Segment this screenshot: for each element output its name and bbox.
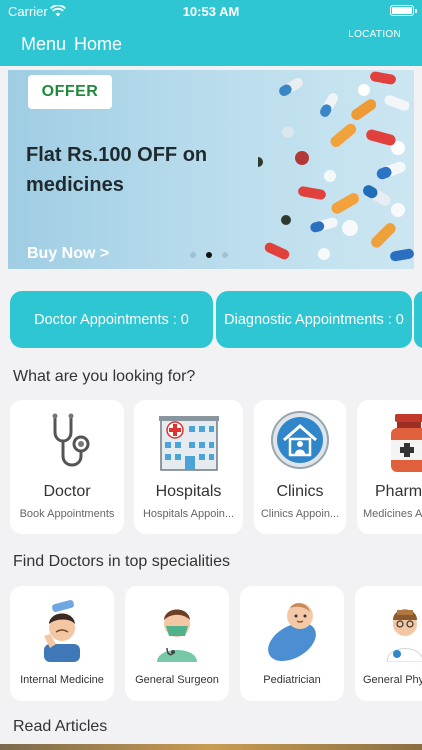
article-preview-strip[interactable] [0,744,422,750]
sick-person-icon [10,598,114,662]
doctor-appointments-card[interactable]: Doctor Appointments : 0 [10,291,213,348]
battery-icon [390,5,417,16]
hospital-icon [134,410,243,474]
stethoscope-icon [10,410,124,474]
service-sub: Medicines A [363,508,422,520]
appointment-card-next[interactable] [414,291,422,348]
nav-bar: Menu Home LOCATION [0,22,422,66]
banner-headline: Flat Rs.100 OFF on medicines [26,144,208,196]
diagnostic-appointments-card[interactable]: Diagnostic Appointments : 0 [216,291,412,348]
surgeon-icon [125,598,229,662]
services-heading: What are you looking for? [13,368,196,385]
carousel-dot[interactable] [190,252,196,258]
speciality-card-general-surgeon[interactable]: General Surgeon [125,586,229,701]
speciality-name: General Surgeon [135,674,219,686]
specialities-heading: Find Doctors in top specialities [13,553,230,570]
speciality-name: Pediatrician [263,674,321,686]
carousel-dot-active[interactable] [206,252,212,258]
service-sub: Book Appointments [19,508,115,520]
location-button[interactable]: LOCATION [348,29,401,40]
menu-button[interactable]: Menu [21,34,66,55]
speciality-name: Internal Medicine [20,674,104,686]
clinic-icon [254,410,346,474]
service-card-clinics[interactable]: Clinics Clinics Appoin... [254,400,346,534]
pills-illustration [258,71,414,262]
baby-icon [240,598,344,662]
status-time: 10:53 AM [182,4,240,19]
medicine-bottle-icon [387,410,422,474]
service-sub: Hospitals Appoin... [142,508,235,520]
speciality-card-pediatrician[interactable]: Pediatrician [240,586,344,701]
articles-heading: Read Articles [13,718,108,735]
service-card-pharmacy[interactable]: Pharm Medicines A [357,400,422,534]
page-title: Home [74,34,123,54]
service-name: Doctor [43,483,91,500]
status-bar: Carrier 10:53 AM [0,0,422,22]
carousel-dot[interactable] [222,252,228,258]
carousel-dots[interactable] [190,245,238,263]
speciality-card-general-physician[interactable]: General Phy [355,586,422,701]
speciality-card-internal-medicine[interactable]: Internal Medicine [10,586,114,701]
service-name: Clinics [276,483,324,500]
doctor-icon [385,598,422,663]
service-card-hospitals[interactable]: Hospitals Hospitals Appoin... [134,400,243,534]
offer-badge: OFFER [28,75,112,109]
service-card-doctor[interactable]: Doctor Book Appointments [10,400,124,534]
speciality-name: General Phy [363,674,422,686]
service-sub: Clinics Appoin... [260,508,340,520]
service-name: Hospitals [155,483,222,500]
offer-banner[interactable]: OFFER Flat Rs.100 OFF on medicines Buy N… [8,70,414,269]
buy-now-link[interactable]: Buy Now > [27,245,109,263]
service-name: Pharm [375,483,422,500]
